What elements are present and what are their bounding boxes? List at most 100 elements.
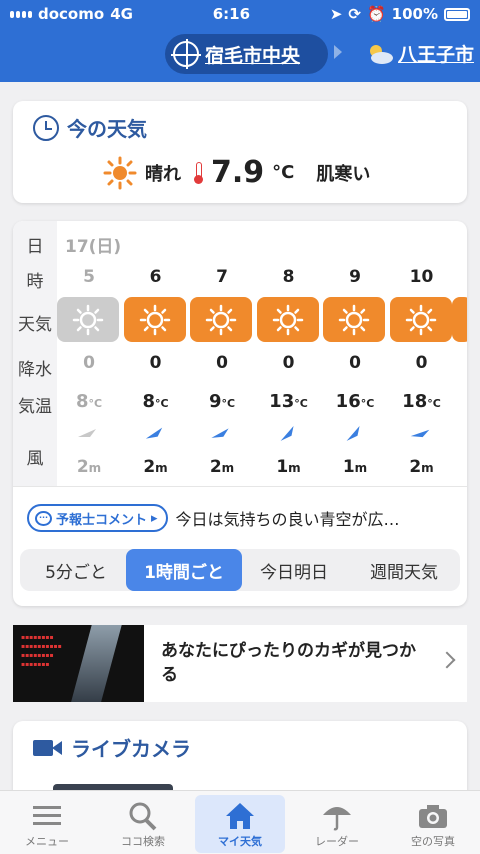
wind-speed-value: 1m	[276, 457, 301, 477]
tab-sky-photo-label: 空の写真	[411, 835, 455, 848]
wind-direction	[409, 425, 433, 441]
next-location[interactable]: 八王子市	[364, 40, 474, 67]
precip-value: 0	[83, 353, 95, 373]
current-location-pill[interactable]: 宿毛市中央	[165, 34, 328, 74]
label-wind: 風	[26, 449, 44, 469]
wind-direction	[76, 425, 100, 441]
temp-value: 8°C	[142, 391, 169, 412]
tab-search-label: ココ検索	[121, 835, 165, 848]
ad-banner[interactable]: ▪▪▪▪▪▪▪▪ ▪▪▪▪▪▪▪▪▪▪ ▪▪▪▪▪▪▪▪ ▪▪▪▪▪▪▪ あなたにぴっ…	[13, 625, 467, 702]
sun-icon	[205, 304, 237, 335]
wind-arrow-icon	[410, 429, 429, 438]
temp-value: 13°C	[269, 391, 308, 412]
home-icon	[226, 803, 254, 829]
view-segment-control: 5分ごと 1時間ごと 今日明日 週間天気	[20, 549, 460, 591]
network: 4G	[110, 5, 133, 23]
wind-speed-value: 2m	[409, 457, 434, 477]
wind-arrow-icon	[211, 428, 229, 438]
thermometer-icon	[193, 161, 203, 184]
clock-time: 6:16	[212, 5, 251, 23]
tab-radar-label: レーダー	[315, 835, 359, 848]
precip-value: 0	[149, 353, 162, 373]
tab-weekly[interactable]: 週間天気	[348, 549, 460, 591]
camera-icon	[419, 805, 447, 828]
location-arrow-icon: ➤	[329, 5, 343, 23]
next-arrow-icon	[334, 45, 342, 59]
temp-value: 9°C	[208, 391, 236, 412]
tab-search[interactable]: ココ検索	[98, 795, 188, 853]
status-bar: docomo 4G 6:16 ➤ ⟳ ⏰ 100%	[0, 0, 480, 28]
temp-value: 18°C	[402, 391, 441, 412]
current-weather-title: 今の天気	[67, 117, 147, 141]
current-temp-unit: °C	[272, 162, 295, 183]
carrier: docomo	[38, 5, 105, 23]
wind-direction	[209, 425, 233, 441]
forecaster-comment-badge[interactable]: ··· 予報士コメント ▸	[27, 504, 168, 532]
sun-icon	[103, 156, 137, 189]
signal-icon	[10, 10, 32, 18]
hour-label: 5	[83, 267, 95, 287]
wind-direction	[276, 425, 300, 441]
temp-value: 8°C	[75, 391, 103, 412]
current-weather-card[interactable]: 今の天気 晴れ 7.9 °C 肌寒い	[13, 101, 467, 203]
current-location-name: 宿毛市中央	[205, 44, 301, 67]
tab-5min[interactable]: 5分ごと	[26, 549, 126, 591]
weather-box	[123, 297, 186, 342]
hour-column: 9 0 16°C 1m	[322, 221, 388, 486]
wind-arrow-icon	[78, 429, 96, 437]
wind-direction	[342, 425, 366, 441]
ad-image: ▪▪▪▪▪▪▪▪ ▪▪▪▪▪▪▪▪▪▪ ▪▪▪▪▪▪▪▪ ▪▪▪▪▪▪▪	[13, 625, 144, 702]
live-camera-title: ライブカメラ	[71, 737, 191, 761]
speech-bubble-icon: ···	[35, 510, 52, 526]
clock-icon	[33, 114, 59, 141]
tab-menu-label: メニュー	[25, 835, 69, 848]
label-hour: 時	[26, 272, 44, 292]
hour-label: 6	[149, 267, 162, 287]
tab-radar[interactable]: レーダー	[292, 795, 382, 853]
forecaster-comment-label: 予報士コメント	[56, 512, 148, 528]
sun-icon	[139, 304, 170, 335]
current-temp: 7.9	[211, 155, 265, 190]
row-labels: 日 時 天気 降水 気温 風	[13, 221, 57, 486]
label-weather: 天気	[18, 315, 52, 335]
hour-label: 8	[282, 267, 295, 287]
chevron-right-icon: ▸	[151, 510, 158, 526]
weather-box	[256, 297, 319, 342]
precip-value: 0	[216, 353, 228, 373]
next-location-name: 八王子市	[398, 44, 475, 66]
chevron-right-icon	[438, 651, 456, 669]
weather-box	[190, 297, 252, 342]
alarm-icon: ⏰	[366, 5, 386, 23]
tab-my-weather-label: マイ天気	[218, 835, 262, 848]
tab-my-weather[interactable]: マイ天気	[195, 795, 285, 853]
battery-percent: 100%	[391, 5, 438, 23]
app-header: docomo 4G 6:16 ➤ ⟳ ⏰ 100% 宿毛市中央 八王子市	[0, 0, 480, 82]
wind-speed-value: 2m	[76, 457, 102, 477]
label-day: 日	[26, 237, 44, 257]
forecaster-comment[interactable]: ··· 予報士コメント ▸ 今日は気持ちの良い青空が広…	[27, 504, 400, 532]
sun-cloud-icon	[370, 44, 393, 64]
temp-value: 16°C	[335, 391, 375, 412]
hour-label: 7	[216, 267, 228, 287]
hour-column: 7 0 9°C 2m	[189, 221, 255, 486]
location-switcher: 宿毛市中央 八王子市	[0, 34, 480, 74]
bottom-tab-bar: メニュー ココ検索 マイ天気 レーダー 空の写真	[0, 790, 480, 854]
hour-column: 10 0 18°C 2m	[389, 221, 455, 486]
precip-value: 0	[415, 353, 428, 373]
precip-value: 0	[349, 353, 361, 373]
tab-menu[interactable]: メニュー	[2, 795, 92, 853]
search-icon	[129, 802, 157, 831]
tab-today-tomorrow[interactable]: 今日明日	[242, 549, 346, 591]
tab-sky-photo[interactable]: 空の写真	[388, 795, 478, 853]
ad-title: あなたにぴったりのカギが見つかる	[161, 641, 416, 685]
forecaster-comment-text: 今日は気持ちの良い青空が広…	[175, 510, 400, 529]
weather-box	[323, 297, 385, 342]
battery-icon	[444, 7, 470, 21]
overflow-weather-box	[452, 297, 467, 342]
wind-arrow-icon	[346, 425, 360, 441]
feels-like-text: 肌寒い	[316, 163, 371, 185]
divider	[13, 486, 467, 487]
tab-hourly[interactable]: 1時間ごと	[126, 549, 242, 591]
overflow-temp: 2	[449, 391, 467, 412]
weather-box	[389, 297, 452, 342]
